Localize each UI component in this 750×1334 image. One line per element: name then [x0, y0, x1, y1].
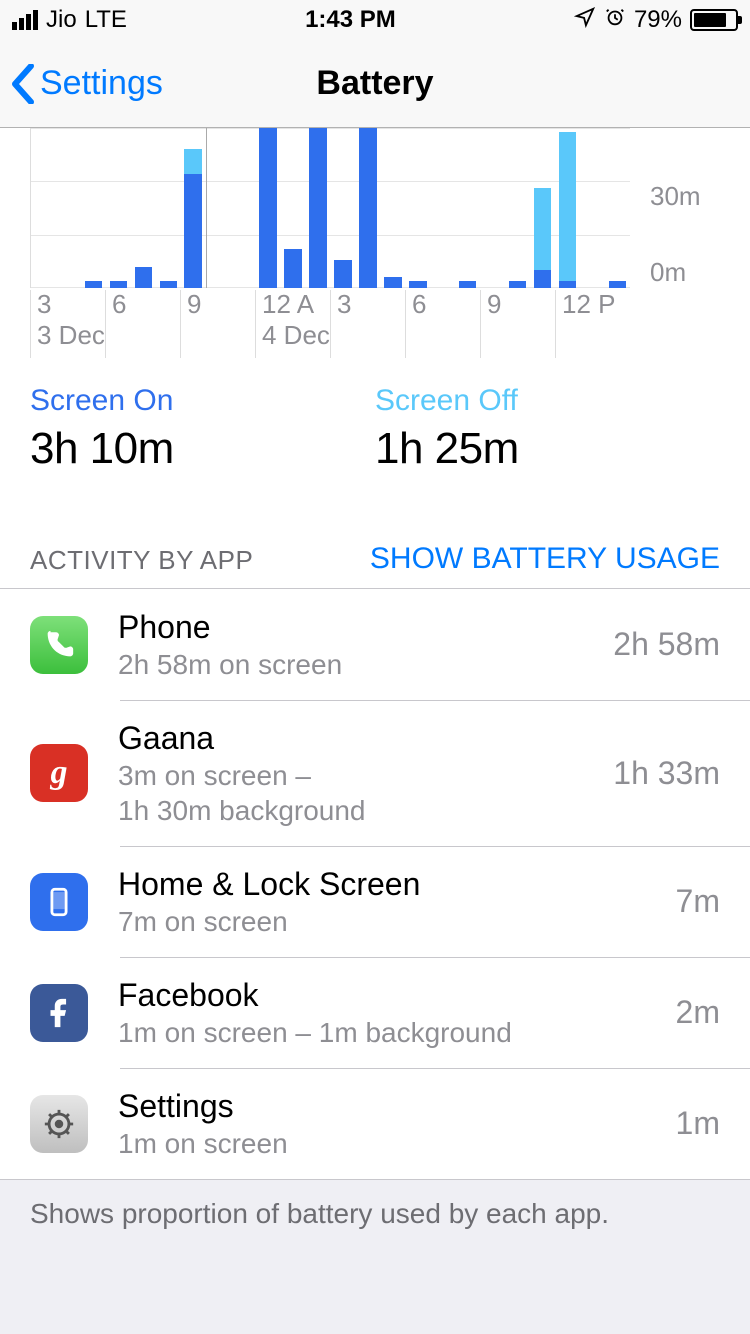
network-label: LTE — [85, 6, 127, 34]
screen-on-value: 3h 10m — [30, 424, 375, 474]
chart-bar[interactable] — [455, 128, 480, 288]
list-header: ACTIVITY BY APP SHOW BATTERY USAGE — [0, 502, 750, 588]
location-icon — [574, 6, 596, 35]
chevron-left-icon — [10, 64, 36, 104]
app-value: 2m — [664, 994, 720, 1031]
app-value: 1h 33m — [601, 755, 720, 792]
x-tick: 9 — [180, 290, 255, 358]
x-tick: 6 — [405, 290, 480, 358]
chart-bar[interactable] — [106, 128, 131, 288]
alarm-icon — [604, 6, 626, 35]
x-tick: 9 — [480, 290, 555, 358]
x-tick: 3 — [330, 290, 405, 358]
app-name: Facebook — [118, 975, 664, 1015]
app-row[interactable]: g Gaana3m on screen – 1h 30m background1h… — [0, 700, 750, 846]
app-name: Phone — [118, 607, 601, 647]
app-row[interactable]: Home & Lock Screen7m on screen7m — [0, 846, 750, 957]
x-tick: 33 Dec — [30, 290, 105, 358]
settings-icon — [30, 1095, 88, 1153]
app-detail: 7m on screen — [118, 904, 664, 939]
nav-back-label: Settings — [40, 64, 163, 103]
app-detail: 1m on screen — [118, 1126, 664, 1161]
chart-y-axis: 30m 0m — [640, 128, 720, 288]
status-bar: Jio LTE 1:43 PM 79% — [0, 0, 750, 40]
screen-off-label: Screen Off — [375, 384, 720, 418]
chart-bar[interactable] — [480, 128, 505, 288]
chart-bar[interactable] — [281, 128, 306, 288]
chart-bar[interactable] — [305, 128, 330, 288]
chart-bar[interactable] — [206, 128, 231, 288]
app-detail: 2h 58m on screen — [118, 647, 601, 682]
summary-screen-on: Screen On 3h 10m — [30, 384, 375, 474]
chart-bar[interactable] — [330, 128, 355, 288]
status-time: 1:43 PM — [305, 6, 396, 34]
screen-on-label: Screen On — [30, 384, 375, 418]
chart-bar[interactable] — [580, 128, 605, 288]
app-row[interactable]: Settings1m on screen1m — [0, 1068, 750, 1179]
app-row[interactable]: Facebook1m on screen – 1m background2m — [0, 957, 750, 1068]
signal-icon — [12, 10, 38, 30]
status-right: 79% — [574, 6, 738, 35]
carrier-label: Jio — [46, 6, 77, 34]
app-row[interactable]: Phone2h 58m on screen2h 58m — [0, 589, 750, 700]
chart-bar[interactable] — [56, 128, 81, 288]
footer-note: Shows proportion of battery used by each… — [0, 1179, 750, 1248]
chart-bar[interactable] — [31, 128, 56, 288]
app-detail: 1m on screen – 1m background — [118, 1015, 664, 1050]
facebook-icon — [30, 984, 88, 1042]
chart-bar[interactable] — [505, 128, 530, 288]
app-name: Settings — [118, 1086, 664, 1126]
chart-bar[interactable] — [605, 128, 630, 288]
chart-bar[interactable] — [81, 128, 106, 288]
x-tick: 12 A4 Dec — [255, 290, 330, 358]
chart-bar[interactable] — [131, 128, 156, 288]
app-detail: 3m on screen – 1h 30m background — [118, 758, 601, 828]
app-value: 1m — [664, 1105, 720, 1142]
app-name: Home & Lock Screen — [118, 864, 664, 904]
chart-bar[interactable] — [530, 128, 555, 288]
chart-bar[interactable] — [355, 128, 380, 288]
activity-summary: Screen On 3h 10m Screen Off 1h 25m — [0, 358, 750, 502]
screen-off-value: 1h 25m — [375, 424, 720, 474]
activity-by-app-label: ACTIVITY BY APP — [30, 545, 253, 576]
app-value: 2h 58m — [601, 626, 720, 663]
battery-percent: 79% — [634, 6, 682, 34]
chart-bar[interactable] — [231, 128, 256, 288]
phone-icon — [30, 616, 88, 674]
chart-bar[interactable] — [405, 128, 430, 288]
nav-bar: Settings Battery — [0, 40, 750, 128]
nav-back-button[interactable]: Settings — [0, 64, 163, 104]
summary-screen-off: Screen Off 1h 25m — [375, 384, 720, 474]
x-tick: 12 P — [555, 290, 630, 358]
status-left: Jio LTE — [12, 6, 127, 34]
chart-bar[interactable] — [380, 128, 405, 288]
chart-bar[interactable] — [156, 128, 181, 288]
y-tick-0m: 0m — [650, 257, 686, 288]
battery-chart[interactable]: 30m 0m 33 Dec6912 A4 Dec36912 P — [0, 128, 750, 358]
show-battery-usage-button[interactable]: SHOW BATTERY USAGE — [370, 542, 720, 576]
gaana-icon: g — [30, 744, 88, 802]
chart-bar[interactable] — [430, 128, 455, 288]
chart-x-axis: 33 Dec6912 A4 Dec36912 P — [30, 290, 630, 358]
app-name: Gaana — [118, 718, 601, 758]
app-list: Phone2h 58m on screen2h 58m g Gaana3m on s… — [0, 588, 750, 1179]
battery-icon — [690, 9, 738, 31]
x-tick: 6 — [105, 290, 180, 358]
app-value: 7m — [664, 883, 720, 920]
chart-bar[interactable] — [555, 128, 580, 288]
homelock-icon — [30, 873, 88, 931]
chart-bar[interactable] — [256, 128, 281, 288]
chart-bar[interactable] — [181, 128, 206, 288]
y-tick-30m: 30m — [650, 181, 701, 212]
